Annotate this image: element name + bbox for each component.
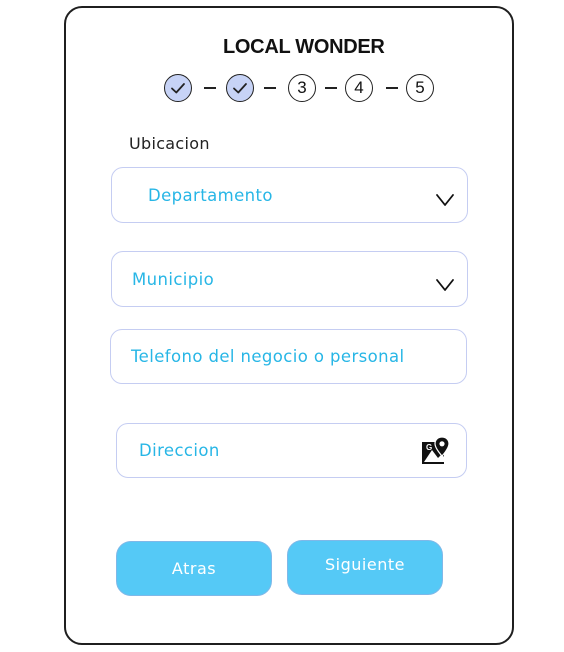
departamento-select[interactable]: Departamento [111,167,468,223]
check-icon [171,83,185,94]
telefono-input[interactable]: Telefono del negocio o personal [110,329,467,384]
direccion-placeholder: Direccion [139,441,220,460]
app-title: LOCAL WONDER [223,36,385,58]
municipio-placeholder: Municipio [132,269,215,289]
step-connector [325,87,337,89]
departamento-placeholder: Departamento [148,185,273,205]
step-5[interactable]: 5 [406,74,434,102]
step-1-completed[interactable] [164,74,192,102]
chevron-down-icon[interactable] [435,278,455,292]
municipio-select[interactable]: Municipio [111,251,468,307]
step-connector [386,87,398,89]
step-connector [204,87,216,89]
step-4[interactable]: 4 [345,74,373,102]
direccion-input[interactable]: Direccion [116,423,467,478]
section-label-ubicacion: Ubicacion [129,134,210,153]
svg-text:G: G [426,443,432,452]
next-button[interactable]: Siguiente [287,540,443,595]
google-maps-pin-icon[interactable]: G [420,436,452,466]
chevron-down-icon[interactable] [435,193,455,207]
back-button[interactable]: Atras [116,541,272,596]
check-icon [233,83,247,94]
step-3[interactable]: 3 [288,74,316,102]
step-connector [264,87,276,89]
telefono-placeholder: Telefono del negocio o personal [131,347,405,366]
step-2-completed[interactable] [226,74,254,102]
